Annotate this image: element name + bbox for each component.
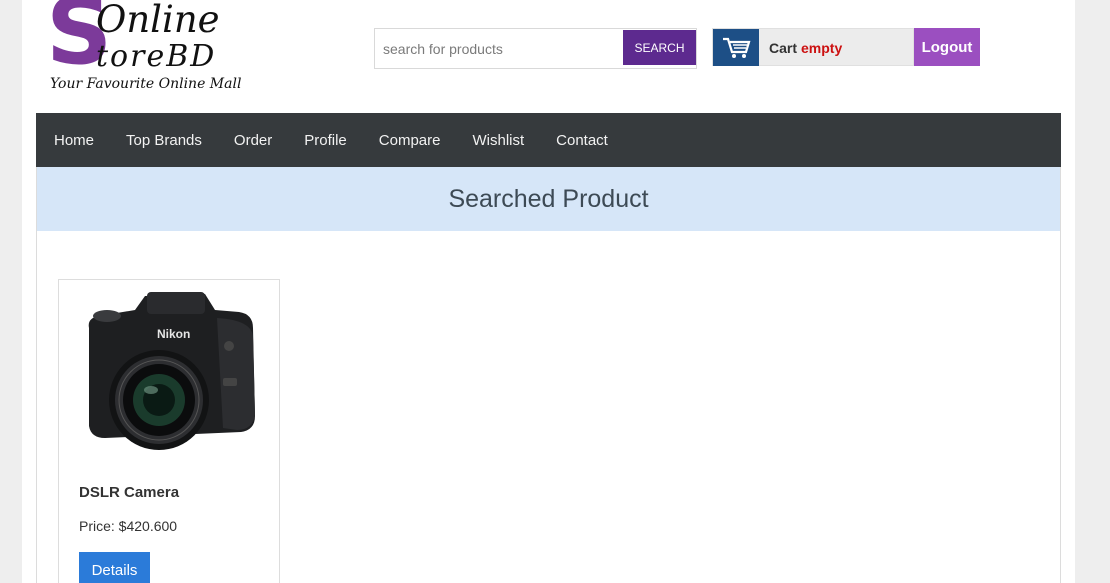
nav-item-contact[interactable]: Contact xyxy=(556,132,608,149)
cart-widget[interactable]: Cart empty xyxy=(712,28,914,66)
logo-tagline: Your Favourite Online Mall xyxy=(50,76,242,92)
product-card: Nikon DSLR Camera Price: $420.600 Detail… xyxy=(58,279,280,583)
nav-item-home[interactable]: Home xyxy=(54,132,94,149)
nav-item-top-brands[interactable]: Top Brands xyxy=(126,132,202,149)
main-content: Searched Product Nikon DSLR Camera Price… xyxy=(36,167,1061,583)
nav-item-wishlist[interactable]: Wishlist xyxy=(472,132,524,149)
search-button[interactable]: SEARCH xyxy=(623,30,696,65)
cart-status: empty xyxy=(801,40,843,56)
page-container: S Online toreBD Your Favourite Online Ma… xyxy=(22,0,1075,583)
product-image[interactable]: Nikon xyxy=(77,288,261,452)
shopping-cart-icon xyxy=(713,29,759,66)
product-brand: Nikon xyxy=(157,327,190,341)
nav-item-profile[interactable]: Profile xyxy=(304,132,347,149)
search-input[interactable] xyxy=(375,29,623,68)
product-name[interactable]: DSLR Camera xyxy=(79,484,179,501)
product-price: Price: $420.600 xyxy=(79,518,178,534)
logo-line1: Online xyxy=(96,0,220,41)
site-logo[interactable]: S Online toreBD Your Favourite Online Ma… xyxy=(46,0,286,100)
details-button[interactable]: Details xyxy=(79,552,150,583)
page-title: Searched Product xyxy=(37,167,1060,231)
search-form: SEARCH xyxy=(374,28,697,69)
main-nav: Home Top Brands Order Profile Compare Wi… xyxy=(36,113,1061,167)
logout-button[interactable]: Logout xyxy=(914,28,980,66)
cart-label: Cart empty xyxy=(769,40,842,56)
nav-item-compare[interactable]: Compare xyxy=(379,132,441,149)
cart-label-text: Cart xyxy=(769,40,798,56)
logo-line2: toreBD xyxy=(96,39,217,74)
nav-item-order[interactable]: Order xyxy=(234,132,272,149)
